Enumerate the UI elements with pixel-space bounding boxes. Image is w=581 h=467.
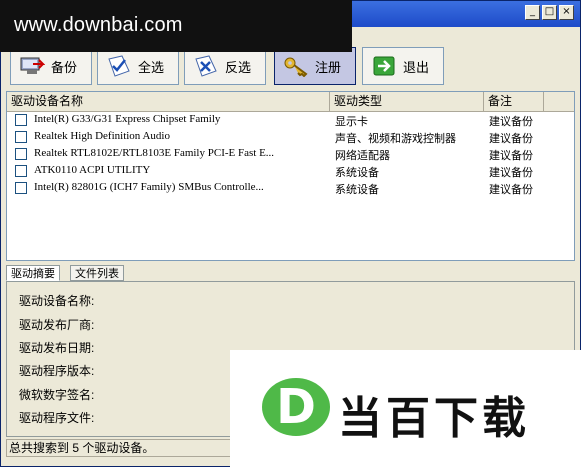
cross-icon: [193, 55, 219, 77]
backup-button[interactable]: 备份: [10, 47, 92, 85]
driver-list[interactable]: 驱动设备名称 驱动类型 备注 Intel(R) G33/G31 Express …: [6, 91, 575, 261]
key-icon: [283, 55, 309, 77]
exit-arrow-icon: [371, 55, 397, 77]
logo-brand-text: 当百下载: [338, 393, 530, 444]
row-checkbox[interactable]: [15, 131, 27, 143]
row-checkbox[interactable]: [15, 182, 27, 194]
row-checkbox[interactable]: [15, 165, 27, 177]
driver-type-cell: 网络适配器: [335, 150, 390, 162]
invert-selection-button[interactable]: 反选: [184, 47, 266, 85]
maximize-button[interactable]: □: [542, 5, 557, 20]
exit-button[interactable]: 退出: [362, 47, 444, 85]
release-date-label: 驱动发布日期:: [19, 341, 95, 355]
driver-type-cell: 声音、视频和游戏控制器: [335, 133, 456, 145]
list-header: 驱动设备名称 驱动类型 备注: [7, 92, 574, 112]
row-checkbox[interactable]: [15, 148, 27, 160]
device-name-cell: Realtek High Definition Audio: [34, 130, 170, 142]
column-header-note[interactable]: 备注: [484, 92, 544, 111]
minimize-button[interactable]: _: [525, 5, 540, 20]
note-cell: 建议备份: [489, 184, 533, 196]
watermark-text: www.downbai.com: [14, 14, 183, 36]
table-row[interactable]: Realtek RTL8102E/RTL8103E Family PCI-E F…: [7, 146, 574, 163]
check-icon: [106, 55, 132, 77]
table-row[interactable]: Intel(R) 82801G (ICH7 Family) SMBus Cont…: [7, 180, 574, 197]
tab-file-list[interactable]: 文件列表: [70, 265, 124, 281]
table-row[interactable]: ATK0110 ACPI UTILITY 系统设备 建议备份: [7, 163, 574, 180]
logo-letter: D: [276, 379, 316, 435]
vendor-label: 驱动发布厂商:: [19, 318, 95, 332]
driver-type-cell: 系统设备: [335, 184, 379, 196]
window-controls: _ □ ×: [525, 5, 574, 20]
invert-label: 反选: [225, 59, 252, 75]
driver-type-cell: 系统设备: [335, 167, 379, 179]
register-label: 注册: [315, 59, 342, 75]
note-cell: 建议备份: [489, 167, 533, 179]
table-row[interactable]: Intel(R) G33/G31 Express Chipset Family …: [7, 112, 574, 129]
register-button[interactable]: 注册: [274, 47, 356, 85]
device-name-cell: Intel(R) 82801G (ICH7 Family) SMBus Cont…: [34, 181, 264, 193]
column-header-device-name[interactable]: 驱动设备名称: [7, 92, 330, 111]
site-watermark: www.downbai.com: [0, 0, 352, 52]
tab-driver-summary[interactable]: 驱动摘要: [6, 265, 60, 281]
backup-label: 备份: [51, 59, 78, 75]
column-header-driver-type[interactable]: 驱动类型: [330, 92, 484, 111]
table-row[interactable]: Realtek High Definition Audio 声音、视频和游戏控制…: [7, 129, 574, 146]
select-all-label: 全选: [138, 59, 165, 75]
note-cell: 建议备份: [489, 133, 533, 145]
close-button[interactable]: ×: [559, 5, 574, 20]
exit-label: 退出: [403, 59, 430, 75]
version-label: 驱动程序版本:: [19, 364, 95, 378]
device-name-cell: ATK0110 ACPI UTILITY: [34, 164, 151, 176]
computer-backup-icon: [19, 55, 45, 77]
note-cell: 建议备份: [489, 116, 533, 128]
device-name-cell: Realtek RTL8102E/RTL8103E Family PCI-E F…: [34, 147, 275, 159]
device-name-cell: Intel(R) G33/G31 Express Chipset Family: [34, 113, 221, 125]
device-name-label: 驱动设备名称:: [19, 294, 95, 308]
driver-type-cell: 显示卡: [335, 116, 368, 128]
row-checkbox[interactable]: [15, 114, 27, 126]
driver-file-label: 驱动程序文件:: [19, 411, 95, 425]
brand-logo: D 当百下载: [230, 350, 581, 467]
note-cell: 建议备份: [489, 150, 533, 162]
select-all-button[interactable]: 全选: [97, 47, 179, 85]
digital-signature-label: 微软数字签名:: [19, 388, 95, 402]
